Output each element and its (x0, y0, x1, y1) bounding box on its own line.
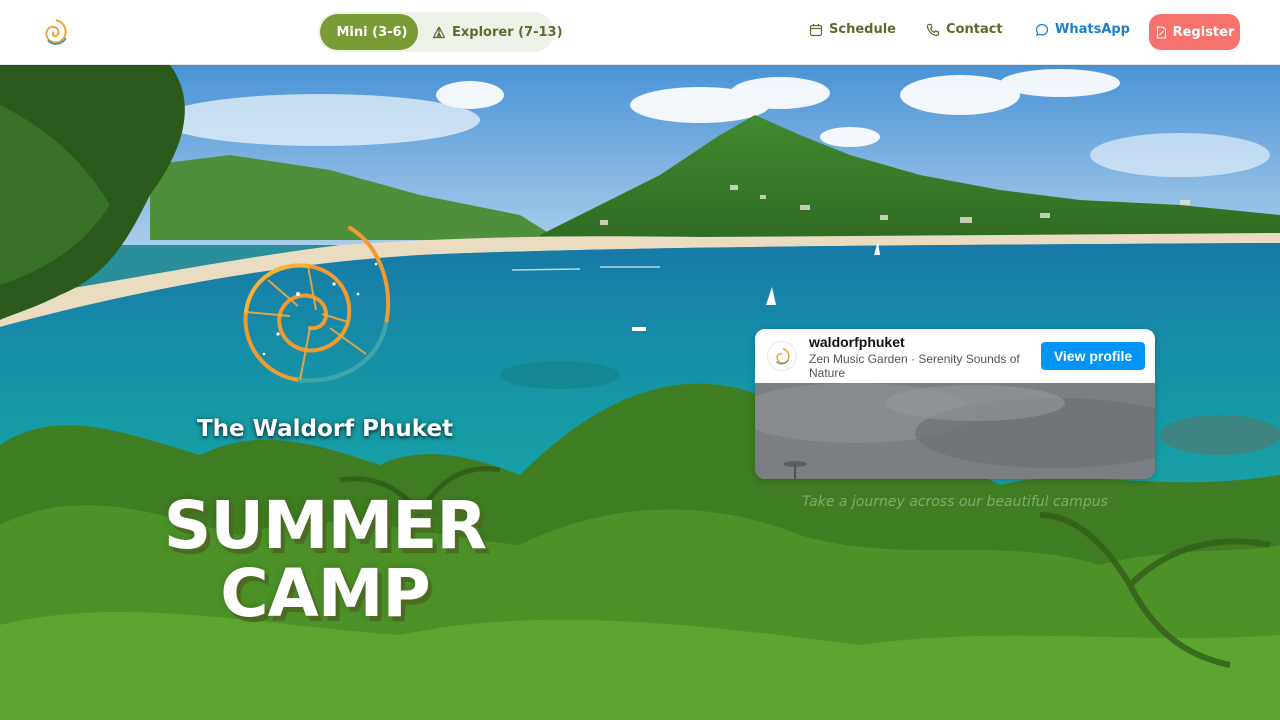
tab-mini[interactable]: Mini (3-6) (320, 14, 418, 50)
age-group-tabs: Mini (3-6) Explorer (7-13) (318, 12, 563, 52)
contact-link-label: Contact (946, 22, 1003, 37)
summer-camp-title: SUMMER CAMP (140, 492, 510, 628)
camp-title-line2: CAMP (220, 555, 431, 632)
instagram-post-image[interactable] (755, 383, 1155, 479)
tent-icon (432, 26, 446, 39)
whatsapp-link[interactable]: WhatsApp (1035, 22, 1130, 37)
phone-icon (926, 23, 940, 36)
tab-mini-label: Mini (3-6) (336, 24, 408, 40)
whatsapp-link-label: WhatsApp (1055, 22, 1130, 37)
instagram-post-subtitle: Zen Music Garden · Serenity Sounds of Na… (809, 352, 1020, 380)
schedule-link-label: Schedule (829, 22, 896, 37)
school-name-heading: The Waldorf Phuket (196, 416, 454, 442)
hero-tagline: Take a journey across our beautiful camp… (802, 494, 1108, 510)
register-button[interactable]: Register (1149, 14, 1240, 50)
instagram-embed-card: waldorfphuket Zen Music Garden · Serenit… (755, 329, 1155, 479)
register-button-label: Register (1172, 24, 1235, 40)
schedule-link[interactable]: Schedule (809, 22, 896, 37)
contact-link[interactable]: Contact (926, 22, 1003, 37)
instagram-card-header: waldorfphuket Zen Music Garden · Serenit… (755, 329, 1155, 383)
top-navigation-bar: Mini (3-6) Explorer (7-13) Schedule Cont… (0, 0, 1280, 65)
instagram-avatar-icon[interactable] (767, 341, 797, 371)
camp-title-line1: SUMMER (163, 487, 487, 564)
instagram-username[interactable]: waldorfphuket (809, 334, 905, 350)
document-icon (1156, 25, 1166, 39)
chat-bubble-icon (1035, 23, 1049, 36)
waldorf-nautilus-logo-icon (243, 226, 391, 383)
tab-explorer[interactable]: Explorer (7-13) (418, 14, 575, 50)
waldorf-shell-logo-icon[interactable] (40, 16, 72, 48)
tab-explorer-label: Explorer (7-13) (452, 24, 563, 40)
view-profile-button[interactable]: View profile (1041, 342, 1145, 370)
calendar-icon (809, 23, 823, 36)
